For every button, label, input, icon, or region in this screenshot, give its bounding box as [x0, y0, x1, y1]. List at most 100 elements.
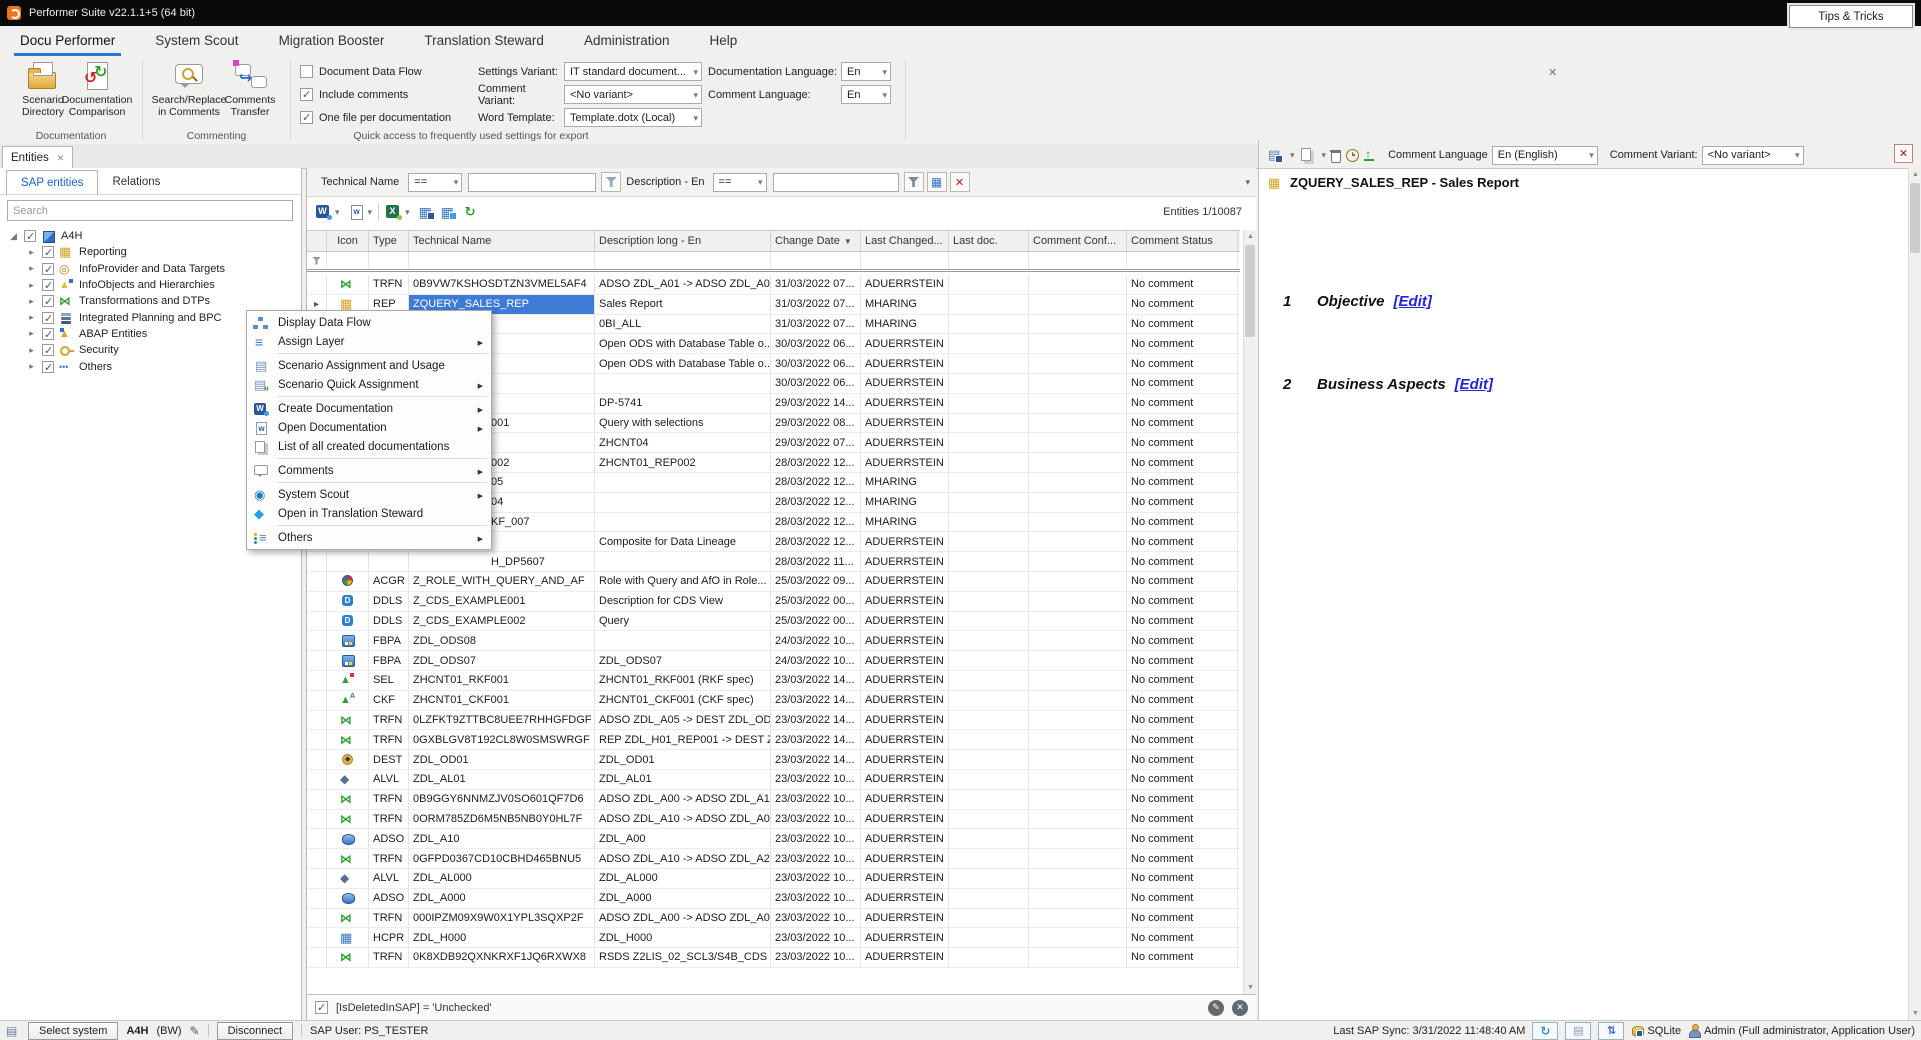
cell-description[interactable]: ZHCNT01_REP002: [595, 453, 771, 472]
cell-comment-conf[interactable]: [1029, 493, 1127, 512]
sidebar-tab[interactable]: Relations: [98, 170, 174, 194]
cell-last-doc[interactable]: [949, 909, 1029, 928]
cell-description[interactable]: [595, 473, 771, 492]
setting-combo[interactable]: Template.dotx (Local): [564, 108, 702, 127]
cell-description[interactable]: [595, 552, 771, 571]
cell-comment-conf[interactable]: [1029, 315, 1127, 334]
cell-type[interactable]: ALVL: [369, 770, 409, 789]
checkbox-box[interactable]: [300, 111, 313, 124]
cell-description[interactable]: 0BI_ALL: [595, 315, 771, 334]
column-header[interactable]: Comment Conf...: [1029, 231, 1127, 251]
export-option-checkbox[interactable]: Document Data Flow: [300, 64, 451, 79]
cell-description[interactable]: ADSO ZDL_A00 -> ADSO ZDL_A000: [595, 909, 771, 928]
cell-comment-conf[interactable]: [1029, 473, 1127, 492]
cell-change-date[interactable]: 23/03/2022 10...: [771, 889, 861, 908]
cell-comment-status[interactable]: No comment: [1127, 869, 1238, 888]
column-header[interactable]: Type: [369, 231, 409, 251]
cell-technical-name[interactable]: 0GFPD0367CD10CBHD465BNU5: [409, 849, 595, 868]
cell-comment-conf[interactable]: [1029, 849, 1127, 868]
tree-item[interactable]: ▸ Transformations and DTPs: [0, 293, 300, 309]
table-row[interactable]: HCPR ZDL_H000 ZDL_H000 23/03/2022 10... …: [307, 928, 1240, 948]
tree-checkbox[interactable]: [42, 295, 54, 307]
chevron-down-icon[interactable]: [1287, 149, 1295, 161]
cell-last-changed[interactable]: ADUERRSTEIN: [861, 691, 949, 710]
cell-change-date[interactable]: 23/03/2022 14...: [771, 691, 861, 710]
cell-comment-conf[interactable]: [1029, 810, 1127, 829]
refresh-grid-icon[interactable]: [463, 204, 480, 220]
cell-comment-conf[interactable]: [1029, 889, 1127, 908]
cell-last-changed[interactable]: ADUERRSTEIN: [861, 572, 949, 591]
cell-technical-name[interactable]: 0GXBLGV8T192CL8W0SMSWRGF: [409, 730, 595, 749]
cell-last-doc[interactable]: [949, 592, 1029, 611]
cell-description[interactable]: ZDL_A000: [595, 889, 771, 908]
column-header[interactable]: Comment Status: [1127, 231, 1238, 251]
cell-change-date[interactable]: 23/03/2022 14...: [771, 750, 861, 769]
close-comment-panel-button[interactable]: [1894, 144, 1913, 163]
select-system-button[interactable]: Select system: [28, 1022, 118, 1040]
cell-technical-name[interactable]: ZDL_ODS07: [409, 651, 595, 670]
cell-last-doc[interactable]: [949, 394, 1029, 413]
filter-row-options-icon[interactable]: [1245, 177, 1250, 188]
cell-description[interactable]: Open ODS with Database Table o...: [595, 354, 771, 373]
cell-technical-name[interactable]: 0K8XDB92QXNKRXF1JQ6RXWX8: [409, 948, 595, 967]
sidebar-tab[interactable]: SAP entities: [6, 170, 98, 196]
cell-comment-status[interactable]: No comment: [1127, 889, 1238, 908]
cell-comment-status[interactable]: No comment: [1127, 651, 1238, 670]
cell-comment-conf[interactable]: [1029, 612, 1127, 631]
open-word-documentation-icon[interactable]: [348, 204, 365, 220]
footer-filter-checkbox[interactable]: [315, 1001, 328, 1014]
tips-and-tricks-button[interactable]: Tips & Tricks: [1789, 5, 1913, 28]
table-row[interactable]: DEST ZDL_OD01 ZDL_OD01 23/03/2022 14... …: [307, 750, 1240, 770]
cell-last-changed[interactable]: MHARING: [861, 295, 949, 314]
cell-last-changed[interactable]: ADUERRSTEIN: [861, 948, 949, 967]
cell-description[interactable]: Sales Report: [595, 295, 771, 314]
comment-vertical-scrollbar[interactable]: ▲ ▼: [1908, 168, 1921, 1020]
chevron-down-icon[interactable]: [365, 206, 373, 218]
comment-language-combo[interactable]: En (English): [1492, 146, 1598, 165]
scroll-down-icon[interactable]: ▼: [1244, 981, 1257, 994]
cell-comment-status[interactable]: No comment: [1127, 671, 1238, 690]
table-row[interactable]: FBPA ZDL_ODS07 ZDL_ODS07 24/03/2022 10..…: [307, 651, 1240, 671]
tree-checkbox[interactable]: [42, 361, 54, 373]
cell-type[interactable]: TRFN: [369, 790, 409, 809]
cell-last-doc[interactable]: [949, 572, 1029, 591]
cell-last-changed[interactable]: MHARING: [861, 315, 949, 334]
cell-comment-conf[interactable]: [1029, 414, 1127, 433]
cell-last-doc[interactable]: [949, 295, 1029, 314]
cell-type[interactable]: CKF: [369, 691, 409, 710]
cell-description[interactable]: REP ZDL_H01_REP001 -> DEST Z...: [595, 730, 771, 749]
menu-item[interactable]: List of all created documentations: [247, 437, 491, 456]
cell-technical-name[interactable]: 0B9VW7KSHOSDTZN3VMEL5AF4: [409, 275, 595, 294]
cell-last-changed[interactable]: ADUERRSTEIN: [861, 453, 949, 472]
search-input[interactable]: [7, 200, 293, 221]
chevron-down-icon[interactable]: [402, 206, 410, 218]
cell-last-doc[interactable]: [949, 275, 1029, 294]
cell-type[interactable]: TRFN: [369, 948, 409, 967]
table-row[interactable]: TRFN 0LZFKT9ZTTBC8UEE7RHHGFDGF ADSO ZDL_…: [307, 711, 1240, 731]
comments-transfer-button[interactable]: CommentsTransfer: [218, 60, 282, 118]
cell-change-date[interactable]: 23/03/2022 14...: [771, 711, 861, 730]
table-row[interactable]: DDLS Z_CDS_EXAMPLE002 Query 25/03/2022 0…: [307, 612, 1240, 632]
checkbox-box[interactable]: [300, 65, 313, 78]
cell-comment-conf[interactable]: [1029, 691, 1127, 710]
cell-last-doc[interactable]: [949, 691, 1029, 710]
column-header[interactable]: Last doc.: [949, 231, 1029, 251]
cell-comment-status[interactable]: No comment: [1127, 770, 1238, 789]
cell-last-doc[interactable]: [949, 334, 1029, 353]
tree-expander-icon[interactable]: ▸: [26, 328, 37, 339]
cell-type[interactable]: DEST: [369, 750, 409, 769]
table-row[interactable]: TRFN 0GFPD0367CD10CBHD465BNU5 ADSO ZDL_A…: [307, 849, 1240, 869]
cell-last-doc[interactable]: [949, 414, 1029, 433]
menu-item[interactable]: Assign Layer: [247, 332, 491, 351]
tree-item[interactable]: ▸ InfoObjects and Hierarchies: [0, 277, 300, 293]
cell-comment-status[interactable]: No comment: [1127, 631, 1238, 650]
cell-technical-name[interactable]: 0B9GGY6NNMZJV0SO601QF7D6: [409, 790, 595, 809]
language-combo[interactable]: En: [841, 85, 891, 104]
log-button[interactable]: [1565, 1022, 1591, 1040]
cell-description[interactable]: ZDL_H000: [595, 928, 771, 947]
cell-last-changed[interactable]: ADUERRSTEIN: [861, 750, 949, 769]
checkbox-box[interactable]: [300, 88, 313, 101]
cell-change-date[interactable]: 28/03/2022 11...: [771, 552, 861, 571]
cell-comment-conf[interactable]: [1029, 354, 1127, 373]
cell-description[interactable]: Composite for Data Lineage: [595, 532, 771, 551]
